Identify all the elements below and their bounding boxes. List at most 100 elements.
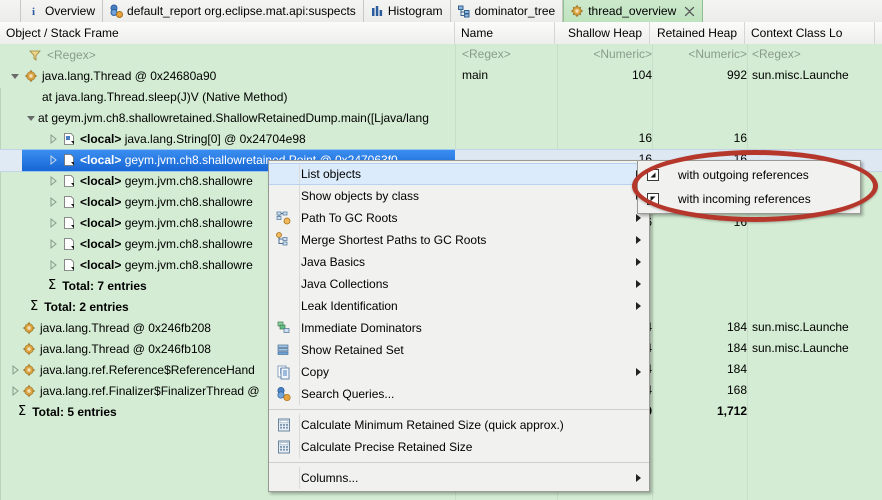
tab-default-report[interactable]: default_report org.eclipse.mat.api:suspe… <box>103 0 364 22</box>
none-icon <box>273 253 295 271</box>
menu-item-calculate-minimum-retained-size[interactable]: Calculate Minimum Retained Size (quick a… <box>269 414 649 436</box>
calc-icon <box>273 438 295 456</box>
row-label: geym.jvm.ch8.shallowre <box>121 257 253 272</box>
menu-item-list-objects[interactable]: List objects <box>269 163 649 185</box>
twisty-collapsed-icon[interactable] <box>46 174 60 188</box>
tabbar-left-gutter <box>0 0 20 22</box>
row-retained-heap: 168 <box>726 383 747 397</box>
row-label: geym.jvm.ch8.shallowre <box>121 215 253 230</box>
menu-item-label: with incoming references <box>678 192 811 206</box>
menu-item-columns[interactable]: Columns... <box>269 467 649 489</box>
menu-item-copy[interactable]: Copy <box>269 361 649 383</box>
none-icon <box>273 165 295 183</box>
sigma-icon: Σ <box>30 299 39 314</box>
filter-object-value: <Regex> <box>47 47 96 62</box>
menu-item-search-queries[interactable]: Search Queries... <box>269 383 649 405</box>
tab-overview-label: Overview <box>45 4 96 18</box>
twisty-collapsed-icon[interactable] <box>46 237 60 251</box>
row-label-prefix: <local> <box>80 131 122 146</box>
twisty-collapsed-icon[interactable] <box>46 132 60 146</box>
close-icon[interactable] <box>684 6 695 17</box>
context-menu[interactable]: List objects Show objects by class Path … <box>268 160 650 492</box>
row-label-prefix: <local> <box>80 173 122 188</box>
copy-icon <box>273 363 295 381</box>
twisty-collapsed-icon[interactable] <box>46 153 60 167</box>
object-icon <box>62 237 76 251</box>
row-shallow-heap: 104 <box>631 68 652 82</box>
tab-dominator-tree-label: dominator_tree <box>474 4 556 18</box>
menu-item-label: Search Queries... <box>301 387 395 401</box>
tab-default-report-label: default_report org.eclipse.mat.api:suspe… <box>127 4 356 18</box>
menu-item-merge-shortest-paths[interactable]: Merge Shortest Paths to GC Roots <box>269 229 649 251</box>
row-label: at geym.jvm.ch8.shallowretained.ShallowR… <box>38 110 429 125</box>
tab-histogram-label: Histogram <box>387 4 443 18</box>
column-header-name[interactable]: Name <box>455 22 555 44</box>
table-row[interactable]: at geym.jvm.ch8.shallowretained.ShallowR… <box>0 107 882 128</box>
row-name: main <box>462 68 489 82</box>
list-objects-submenu[interactable]: with outgoing references with incoming r… <box>637 160 861 214</box>
row-label: at java.lang.Thread.sleep(J)V (Native Me… <box>42 89 288 104</box>
object-icon <box>62 216 76 230</box>
filter-icon <box>28 48 42 62</box>
row-retained-heap: 1,712 <box>716 404 747 418</box>
menu-item-calculate-precise-retained-size[interactable]: Calculate Precise Retained Size <box>269 436 649 458</box>
chevron-right-icon <box>636 258 641 266</box>
menu-item-immediate-dominators[interactable]: Immediate Dominators <box>269 317 649 339</box>
row-retained-heap: 16 <box>733 131 747 145</box>
filter-ccl-value: <Regex> <box>752 47 801 61</box>
chevron-right-icon <box>636 236 641 244</box>
menu-item-label: Calculate Minimum Retained Size (quick a… <box>301 418 564 432</box>
row-label: java.lang.Thread @ 0x246fb208 <box>40 320 211 335</box>
table-row[interactable]: <local> java.lang.String[0] @ 0x24704e98… <box>0 128 882 149</box>
column-header-object[interactable]: Object / Stack Frame <box>0 22 455 44</box>
menu-item-label: Path To GC Roots <box>301 211 398 225</box>
row-label: java.lang.Thread @ 0x24680a90 <box>42 68 217 83</box>
row-retained-heap: 16 <box>733 215 747 229</box>
editor-tab-bar: i Overview default_report org.eclipse.ma… <box>0 0 882 23</box>
none-icon <box>273 187 295 205</box>
twisty-collapsed-icon[interactable] <box>46 216 60 230</box>
table-row[interactable]: at java.lang.Thread.sleep(J)V (Native Me… <box>0 86 882 107</box>
twisty-collapsed-icon[interactable] <box>8 363 22 377</box>
incoming-refs-icon <box>642 190 664 208</box>
twisty-collapsed-icon[interactable] <box>46 258 60 272</box>
menu-item-label: Show Retained Set <box>301 343 404 357</box>
menu-item-java-basics[interactable]: Java Basics <box>269 251 649 273</box>
tab-histogram[interactable]: Histogram <box>364 0 451 22</box>
table-filter-row[interactable]: <Regex> <Regex> <Numeric> <Numeric> <Reg… <box>0 44 882 65</box>
menu-item-path-to-gc-roots[interactable]: Path To GC Roots <box>269 207 649 229</box>
chevron-right-icon <box>636 214 641 222</box>
table-row[interactable]: java.lang.Thread @ 0x24680a90 main 104 9… <box>0 65 882 86</box>
column-header-context-class-loader[interactable]: Context Class Lo <box>745 22 875 44</box>
row-label: java.lang.ref.Reference$ReferenceHand <box>40 362 255 377</box>
twisty-expanded-icon[interactable] <box>8 69 22 83</box>
row-label: geym.jvm.ch8.shallowre <box>121 194 253 209</box>
column-header-shallow-heap[interactable]: Shallow Heap <box>555 22 650 44</box>
tab-dominator-tree[interactable]: dominator_tree <box>451 0 564 22</box>
menu-item-with-outgoing-references[interactable]: with outgoing references <box>638 163 860 187</box>
filter-shallow-value: <Numeric> <box>593 47 652 61</box>
object-icon <box>62 174 76 188</box>
menu-item-show-retained-set[interactable]: Show Retained Set <box>269 339 649 361</box>
thread-icon <box>22 321 36 335</box>
menu-item-show-objects-by-class[interactable]: Show objects by class <box>269 185 649 207</box>
none-icon <box>273 297 295 315</box>
column-header-retained-heap[interactable]: Retained Heap <box>650 22 745 44</box>
twisty-collapsed-icon[interactable] <box>8 384 22 398</box>
twisty-expanded-icon[interactable] <box>24 111 38 125</box>
twisty-collapsed-icon[interactable] <box>46 195 60 209</box>
object-blue-icon <box>62 132 76 146</box>
menu-item-with-incoming-references[interactable]: with incoming references <box>638 187 860 211</box>
tab-thread-overview[interactable]: thread_overview <box>563 0 704 22</box>
menu-item-label: Copy <box>301 365 330 379</box>
row-context-class-loader: sun.misc.Launche <box>752 320 849 334</box>
menu-item-leak-identification[interactable]: Leak Identification <box>269 295 649 317</box>
filter-retained-value: <Numeric> <box>688 47 747 61</box>
tab-overview[interactable]: i Overview <box>20 0 104 22</box>
chevron-right-icon <box>636 368 641 376</box>
row-retained-heap: 184 <box>726 362 747 376</box>
path-gc-roots-icon <box>273 209 295 227</box>
menu-item-java-collections[interactable]: Java Collections <box>269 273 649 295</box>
row-shallow-heap: 16 <box>638 131 652 145</box>
thread-icon <box>24 69 38 83</box>
